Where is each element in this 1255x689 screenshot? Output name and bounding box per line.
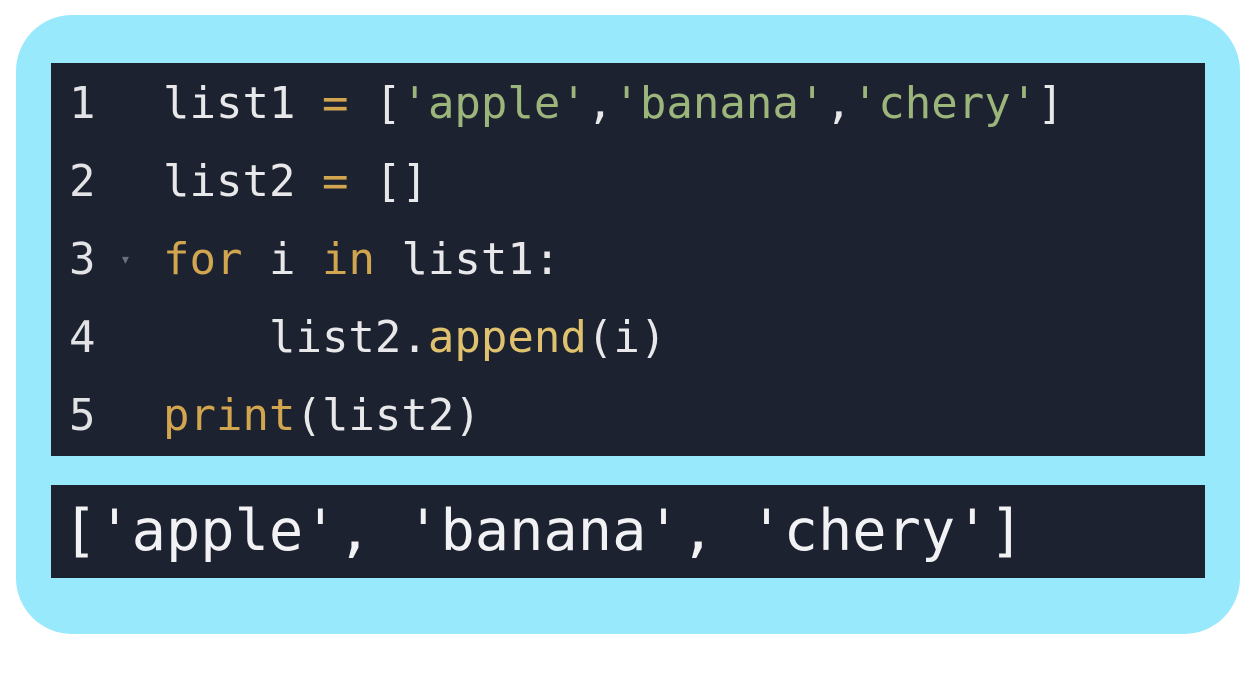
argument-token: (i) [586,312,667,363]
code-line-2: 2 list2 = [] [51,143,1205,221]
variable-token: i [242,234,322,285]
variable-token: list1 [163,78,296,129]
string-token: 'apple' [401,78,587,129]
builtin-function-token: print [163,390,296,441]
operator-token: = [321,78,349,129]
code-content: print(list2) [163,377,481,455]
keyword-token: for [163,234,243,285]
code-line-1: 1 list1 = ['apple','banana','chery'] [51,65,1205,143]
line-number: 2 [69,156,96,207]
fold-arrow-icon[interactable]: ▾ [120,221,131,299]
line-number: 5 [69,390,96,441]
bracket-token: [ [374,78,402,129]
line-number: 4 [69,312,96,363]
method-token: append [427,312,587,363]
argument-token: (list2) [295,390,481,441]
code-line-5: 5 print(list2) [51,377,1205,455]
line-number: 3 [69,234,96,285]
string-token: 'chery' [851,78,1038,129]
line-number: 1 [69,78,96,129]
comma-token: , [586,78,614,129]
output-panel: ['apple', 'banana', 'chery'] [51,485,1205,578]
variable-token: list2. [163,312,428,363]
operator-token: = [321,156,349,207]
code-content: for i in list1: [163,221,560,299]
code-content: list2.append(i) [163,299,666,377]
variable-token: list2 [163,156,296,207]
code-editor[interactable]: 1 list1 = ['apple','banana','chery'] 2 l… [51,63,1205,456]
string-token: 'banana' [613,78,826,129]
output-text: ['apple', 'banana', 'chery'] [63,498,1024,564]
bracket-token: ] [1037,78,1064,129]
code-line-4: 4 list2.append(i) [51,299,1205,377]
code-content: list1 = ['apple','banana','chery'] [163,65,1064,143]
keyword-token: in [321,234,375,285]
variable-token: list1: [374,234,561,285]
comma-token: , [825,78,852,129]
bracket-token: [] [374,156,428,207]
code-content: list2 = [] [163,143,428,221]
code-line-3: 3 ▾ for i in list1: [51,221,1205,299]
